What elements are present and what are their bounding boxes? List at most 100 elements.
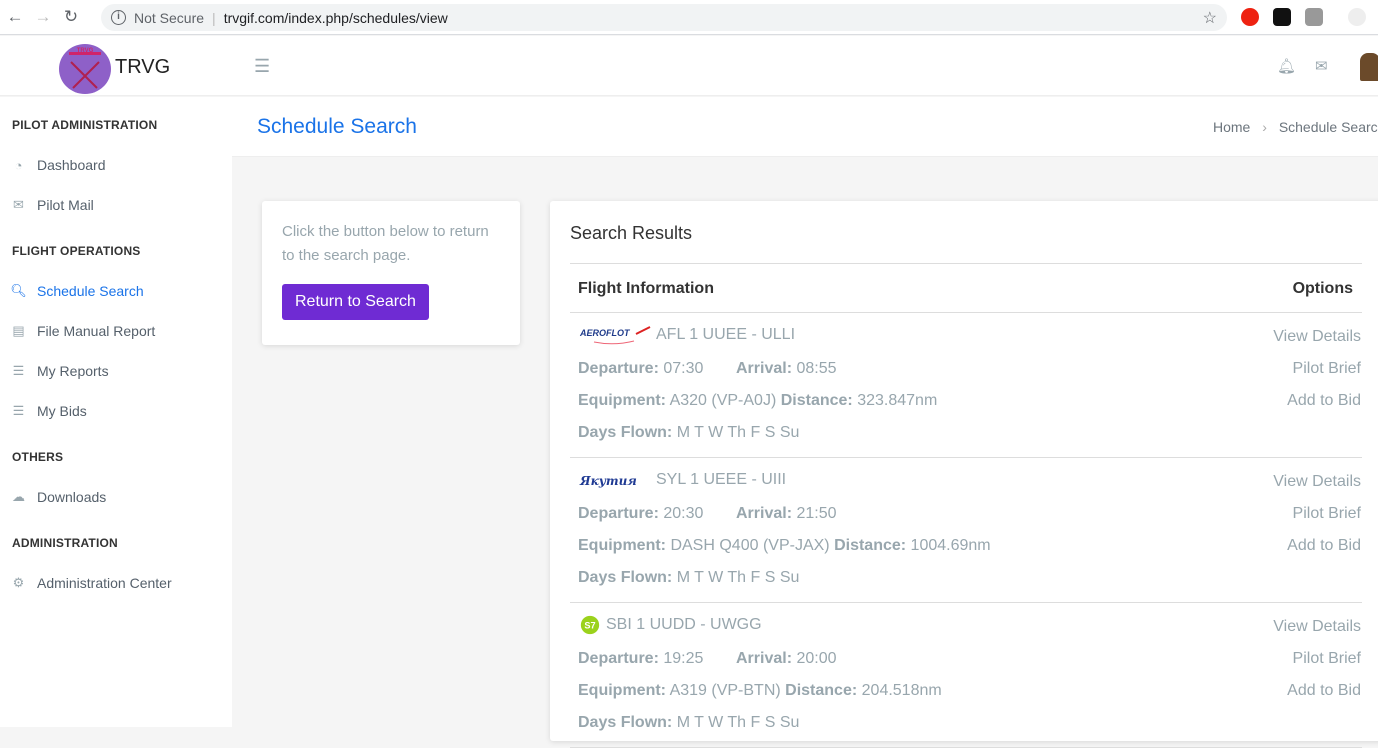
- sidebar: PILOT ADMINISTRATION ◔ Dashboard ✉ Pilot M…: [0, 97, 232, 727]
- info-card: Click the button below to return to the …: [262, 201, 520, 345]
- pilot-brief-link[interactable]: Pilot Brief: [1293, 650, 1361, 668]
- equipment-label: Equipment:: [578, 537, 666, 554]
- days-flown-label: Days Flown:: [578, 424, 673, 441]
- arrival-time: 20:00: [796, 650, 837, 667]
- section-flight-operations: FLIGHT OPERATIONS: [12, 244, 141, 258]
- bell-icon[interactable]: 🔔︎: [1277, 57, 1296, 75]
- add-to-bid-link[interactable]: Add to Bid: [1287, 682, 1361, 700]
- search-results-card: Search Results Flight Information Option…: [550, 201, 1378, 748]
- file-icon: ▤: [12, 323, 25, 338]
- column-flight-information: Flight Information: [578, 280, 714, 297]
- sidebar-item-dashboard[interactable]: ◔ Dashboard: [10, 157, 106, 173]
- departure-time: 07:30: [663, 360, 704, 377]
- svg-text:AEROFLOT: AEROFLOT: [579, 328, 631, 338]
- svg-text:Якутия: Якутия: [579, 474, 637, 488]
- pilot-brief-link[interactable]: Pilot Brief: [1293, 505, 1361, 523]
- sidebar-item-label: Dashboard: [37, 157, 106, 173]
- view-details-link[interactable]: View Details: [1273, 473, 1361, 491]
- address-bar[interactable]: i Not Secure | trvgif.com/index.php/sche…: [101, 4, 1227, 31]
- breadcrumb-home[interactable]: Home: [1213, 119, 1250, 135]
- departure-time: 20:30: [663, 505, 704, 522]
- info-icon[interactable]: i: [111, 10, 126, 25]
- breadcrumb-current: Schedule Search: [1278, 119, 1378, 135]
- page-title: Schedule Search: [257, 115, 417, 138]
- arrival-label: Arrival:: [736, 650, 793, 667]
- equipment-label: Equipment:: [578, 682, 666, 699]
- distance-label: Distance:: [780, 392, 853, 409]
- arrival-time: 21:50: [796, 505, 837, 522]
- envelope-icon: ✉: [13, 197, 24, 212]
- arrival-label: Arrival:: [736, 360, 793, 377]
- cloud-download-icon: ☁: [12, 489, 25, 504]
- envelope-icon[interactable]: ✉: [1315, 57, 1328, 75]
- sidebar-item-my-bids[interactable]: ☰ My Bids: [10, 403, 87, 419]
- aeroflot-logo: AEROFLOT: [579, 326, 651, 345]
- user-avatar[interactable]: [1360, 53, 1378, 81]
- forward-icon[interactable]: →: [30, 7, 56, 27]
- equipment-value: A320 (VP-A0J): [669, 392, 777, 409]
- distance-value: 1004.69nm: [910, 537, 991, 554]
- yakutia-logo: Якутия: [579, 474, 637, 488]
- breadcrumb: Home › Schedule Search: [1213, 119, 1378, 135]
- distance-label: Distance:: [785, 682, 858, 699]
- pilot-brief-link[interactable]: Pilot Brief: [1293, 360, 1361, 378]
- sidebar-item-label: Administration Center: [37, 575, 172, 591]
- list-icon: ☰: [12, 403, 25, 418]
- bookmark-star-icon[interactable]: ☆: [1203, 8, 1217, 28]
- equipment-value: A319 (VP-BTN): [669, 682, 781, 699]
- flight-title: SBI 1 UUDD - UWGG: [606, 616, 762, 634]
- sidebar-item-pilot-mail[interactable]: ✉ Pilot Mail: [10, 197, 94, 213]
- app-header: TRVG TRVG ☰ 🔔︎ ✉: [0, 36, 1378, 96]
- extension-tb-icon[interactable]: [1305, 8, 1323, 26]
- sidebar-item-label: Pilot Mail: [37, 197, 94, 213]
- departure-label: Departure:: [578, 360, 659, 377]
- sidebar-item-label: Schedule Search: [37, 283, 144, 299]
- flight-row: AEROFLOT AFL 1 UUEE - ULLI Departure: 07:3…: [570, 313, 1362, 458]
- sidebar-item-schedule-search[interactable]: 🔍︎ Schedule Search: [10, 283, 144, 299]
- profile-icon[interactable]: [1348, 8, 1366, 26]
- s7-logo: S7: [580, 615, 600, 635]
- flight-title: AFL 1 UUEE - ULLI: [656, 326, 796, 344]
- trvg-logo[interactable]: TRVG: [59, 44, 111, 94]
- flight-row: S7 SBI 1 UUDD - UWGG Departure: 19:25 Arriv…: [570, 603, 1362, 748]
- arrival-time: 08:55: [796, 360, 837, 377]
- dashboard-icon: ◔: [14, 157, 23, 173]
- column-options: Options: [1292, 280, 1353, 297]
- days-flown-value: M T W Th F S Su: [676, 424, 800, 441]
- results-title: Search Results: [570, 223, 693, 243]
- sidebar-item-my-reports[interactable]: ☰ My Reports: [10, 363, 109, 379]
- flight-title: SYL 1 UEEE - UIII: [656, 471, 787, 489]
- departure-label: Departure:: [578, 505, 659, 522]
- reload-icon[interactable]: ↻: [58, 7, 84, 27]
- distance-label: Distance:: [834, 537, 907, 554]
- departure-time: 19:25: [663, 650, 704, 667]
- equipment-label: Equipment:: [578, 392, 666, 409]
- extension-icon[interactable]: [1273, 8, 1291, 26]
- add-to-bid-link[interactable]: Add to Bid: [1287, 537, 1361, 555]
- days-flown-value: M T W Th F S Su: [676, 714, 800, 731]
- equipment-value: DASH Q400 (VP-JAX): [670, 537, 830, 554]
- sidebar-item-downloads[interactable]: ☁ Downloads: [10, 489, 106, 505]
- results-table-header: Flight Information Options: [570, 263, 1362, 313]
- adblock-extension-icon[interactable]: [1241, 8, 1259, 26]
- view-details-link[interactable]: View Details: [1273, 618, 1361, 636]
- brand-name[interactable]: TRVG: [115, 56, 170, 79]
- security-label: Not Secure: [134, 9, 205, 26]
- add-to-bid-link[interactable]: Add to Bid: [1287, 392, 1361, 410]
- distance-value: 323.847nm: [857, 392, 938, 409]
- menu-toggle-icon[interactable]: ☰: [254, 56, 270, 77]
- back-icon[interactable]: ←: [2, 7, 28, 27]
- section-others: OTHERS: [12, 450, 64, 464]
- section-pilot-administration: PILOT ADMINISTRATION: [12, 118, 158, 132]
- sidebar-item-label: File Manual Report: [37, 323, 156, 339]
- url-text[interactable]: trvgif.com/index.php/schedules/view: [224, 10, 448, 26]
- sidebar-item-file-manual-report[interactable]: ▤ File Manual Report: [10, 323, 155, 339]
- view-details-link[interactable]: View Details: [1273, 328, 1361, 346]
- browser-toolbar: ← → ↻ i Not Secure | trvgif.com/index.ph…: [0, 0, 1378, 35]
- days-flown-label: Days Flown:: [578, 569, 673, 586]
- return-to-search-button[interactable]: Return to Search: [282, 284, 429, 320]
- info-text: Click the button below to return to the …: [282, 223, 489, 264]
- svg-text:TRVG: TRVG: [77, 48, 94, 54]
- sidebar-item-administration-center[interactable]: ⚙ Administration Center: [10, 575, 172, 591]
- search-icon: 🔍︎: [10, 283, 27, 298]
